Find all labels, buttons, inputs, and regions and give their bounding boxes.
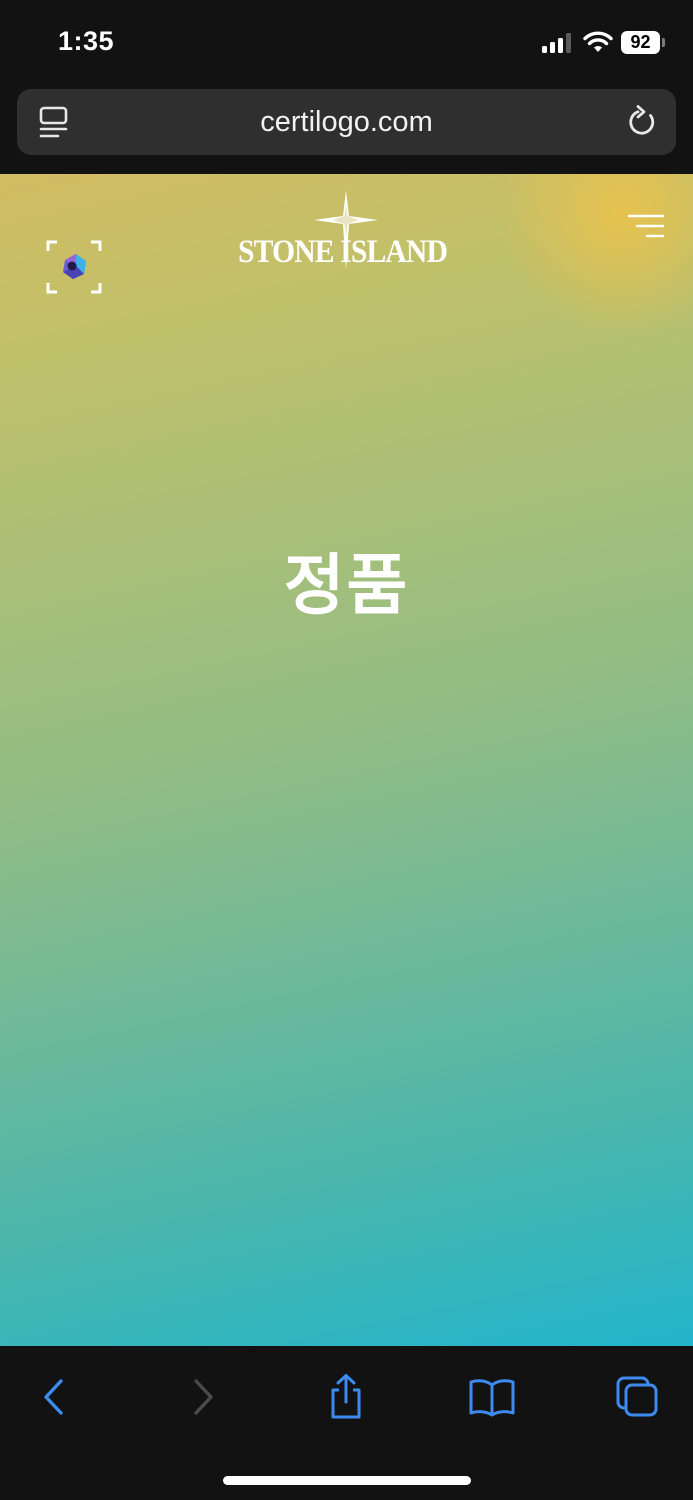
web-page-content: STONE ISLAND 정품 [0, 174, 693, 1346]
battery-level: 92 [621, 31, 660, 54]
reload-icon[interactable] [626, 105, 658, 139]
tabs-icon [616, 1376, 658, 1417]
tabs-button[interactable] [612, 1374, 662, 1420]
home-indicator[interactable] [223, 1476, 471, 1485]
url-text[interactable]: certilogo.com [17, 106, 676, 139]
bookmarks-button[interactable] [467, 1374, 517, 1420]
scan-product-icon[interactable] [45, 239, 103, 295]
back-button[interactable] [29, 1374, 79, 1420]
status-bar: 1:35 92 [0, 0, 693, 88]
wifi-icon [583, 31, 613, 52]
forward-icon [194, 1379, 213, 1415]
forward-button[interactable] [178, 1374, 228, 1420]
share-button[interactable] [321, 1374, 371, 1420]
status-time: 1:35 [58, 26, 115, 56]
logo-word-stone: STONE [238, 234, 335, 270]
battery-icon: 92 [621, 31, 665, 54]
hamburger-menu-icon[interactable] [628, 214, 664, 238]
bookmarks-icon [469, 1379, 515, 1417]
authenticity-headline: 정품 [283, 548, 410, 622]
address-bar[interactable]: certilogo.com [17, 89, 676, 155]
share-icon [331, 1374, 361, 1419]
logo-word-island: ISLAND [340, 234, 448, 270]
cellular-signal-icon [542, 33, 571, 53]
stone-island-logo[interactable]: STONE ISLAND [236, 190, 460, 272]
back-icon [44, 1379, 63, 1415]
